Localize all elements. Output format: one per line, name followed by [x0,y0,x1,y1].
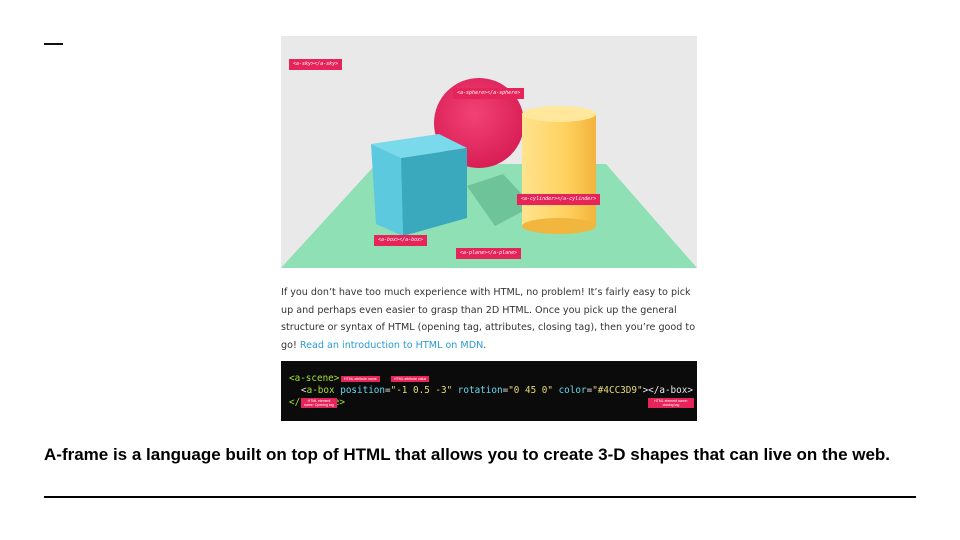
sky-tag: <a-sky></a-sky> [289,59,343,70]
val-rotation: "0 45 0" [508,385,553,396]
box-tag: <a-box></a-box> [374,235,428,246]
annotation-attribute-name: HTML attribute name [341,376,380,382]
slide-dash [44,43,63,45]
attr-rotation: rotation [457,385,503,396]
code-example: <a-scene> <a-box position="-1 0.5 -3" ro… [281,361,697,421]
scene-illustration [281,78,697,268]
annotation-closing-tag: HTML element name: closing tag [648,398,694,408]
plane-tag: <a-plane></a-plane> [456,248,522,259]
intro-paragraph: If you don’t have too much experience wi… [281,284,701,354]
code-line-1: <a-scene> [289,373,339,385]
slide-caption: A-frame is a language built on top of HT… [44,445,891,464]
caption-underline [44,496,916,498]
attr-position: position [340,385,385,396]
cylinder-top [522,106,596,122]
annotation-attribute-value: HTML attribute value [391,376,430,382]
paragraph-end: . [483,339,487,351]
sphere-tag: <a-sphere></a-sphere> [453,88,525,99]
code-line-2: <a-box position="-1 0.5 -3" rotation="0 … [301,385,693,397]
annotation-opening-tag: HTML element name: Opening tag [301,398,337,408]
mdn-link[interactable]: Read an introduction to HTML on MDN [300,340,483,351]
cylinder-body [522,114,596,226]
cylinder-tag: <a-cylinder></a-cylinder> [517,194,601,205]
aframe-scene-image: <a-sky></a-sky> <a-sphere></a-sphere> <a… [281,36,697,268]
scene-open-tag: <a-scene> [289,373,340,384]
val-color: "#4CC3D9" [592,385,643,396]
box-tag-name: a-box [306,385,335,396]
attr-color: color [558,385,587,396]
val-position: "-1 0.5 -3" [390,385,453,396]
box-close-tag: ></a-box> [642,385,693,396]
cylinder-bottom [522,218,596,234]
